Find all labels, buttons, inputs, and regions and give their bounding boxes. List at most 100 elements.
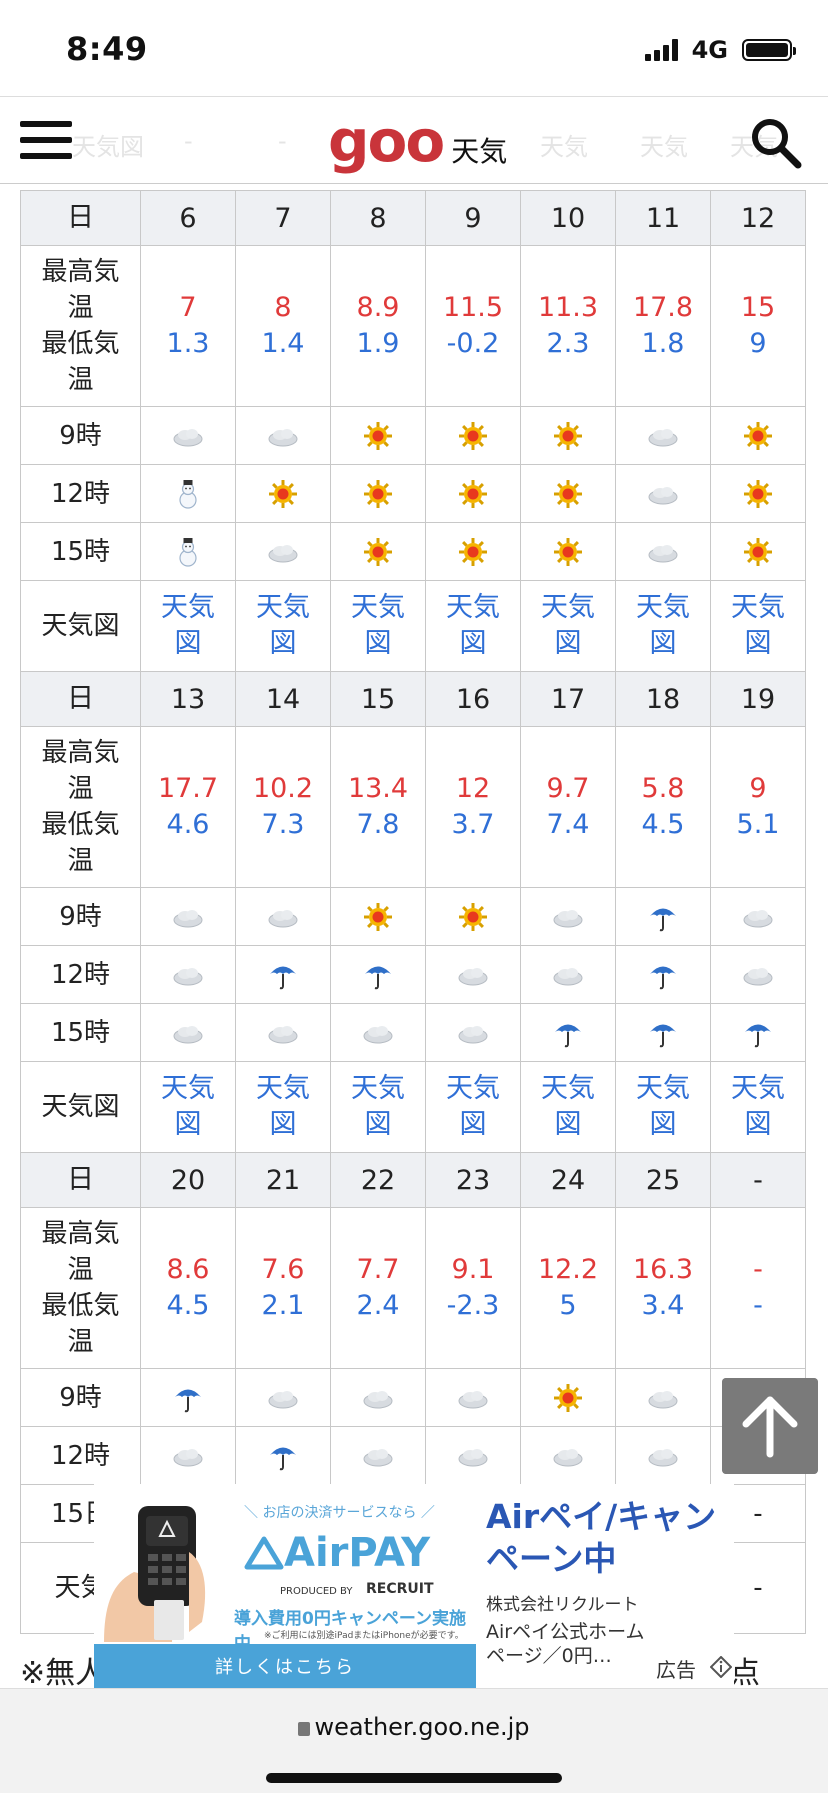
forecast-row-h9: 9時- xyxy=(20,1368,806,1427)
site-logo[interactable]: goo 天気 xyxy=(328,107,507,175)
high-temp: 9 xyxy=(749,773,767,804)
cloud-icon xyxy=(173,909,203,927)
day-cell: 13 xyxy=(140,671,236,727)
low-temp: 1.4 xyxy=(261,328,305,359)
weather-map-link[interactable]: 天気図 xyxy=(541,1071,595,1143)
weather-map-link[interactable]: 天気図 xyxy=(541,590,595,662)
snowman-icon xyxy=(179,479,197,509)
weather-cell xyxy=(330,1368,426,1427)
sun-icon xyxy=(269,479,297,508)
weather-map-link[interactable]: 天気図 xyxy=(351,590,405,662)
sun-icon xyxy=(459,421,487,450)
umbrella-icon xyxy=(555,1024,581,1047)
weather-map-link[interactable]: 天気図 xyxy=(636,1071,690,1143)
weather-cell xyxy=(520,1426,616,1485)
temperature-cell: -- xyxy=(710,1207,806,1369)
ad-title[interactable]: Airペイ/キャンペーン中 xyxy=(486,1496,726,1580)
weather-map-link[interactable]: 天気図 xyxy=(161,1071,215,1143)
battery-icon xyxy=(742,39,796,61)
search-icon[interactable] xyxy=(748,115,804,171)
sun-icon xyxy=(554,537,582,566)
cloud-icon xyxy=(458,967,488,985)
weather-cell xyxy=(140,464,236,523)
site-header: 天気図 - - 天気 天気 天気 goo 天気 xyxy=(0,96,828,184)
airpay-logo-icon xyxy=(244,1536,284,1570)
weather-map-link[interactable]: 天気図 xyxy=(351,1071,405,1143)
low-temp: 1.9 xyxy=(356,328,400,359)
lock-icon xyxy=(298,1722,311,1736)
temperature-cell: 15 9 xyxy=(710,245,806,407)
cloud-icon xyxy=(648,1390,678,1408)
cloud-icon xyxy=(648,544,678,562)
ad-company: 株式会社リクルート xyxy=(486,1595,639,1615)
weather-cell xyxy=(615,1003,711,1062)
weather-cell xyxy=(615,464,711,523)
weather-map-link[interactable]: 天気図 xyxy=(636,590,690,662)
row-label: 15時 xyxy=(20,522,141,581)
day-cell: 9 xyxy=(425,190,521,246)
weather-map-link[interactable]: 天気図 xyxy=(446,590,500,662)
day-cell: 16 xyxy=(425,671,521,727)
network-type: 4G xyxy=(691,36,728,64)
weather-cell xyxy=(235,522,331,581)
umbrella-icon xyxy=(365,966,391,989)
weather-map-cell: 天気図 xyxy=(140,580,236,672)
high-temp: 7.7 xyxy=(356,1254,400,1285)
high-temp: 12.2 xyxy=(537,1254,599,1285)
high-temp: - xyxy=(753,1254,763,1285)
weather-cell xyxy=(425,945,521,1004)
low-temp: 4.5 xyxy=(166,1290,210,1321)
cloud-icon xyxy=(268,909,298,927)
weather-map-cell: 天気図 xyxy=(330,580,426,672)
high-temp: 10.2 xyxy=(252,773,314,804)
weather-cell xyxy=(235,1368,331,1427)
low-temp: 5 xyxy=(559,1290,577,1321)
day-row: 日 20 21 22 23 24 25- xyxy=(20,1152,806,1208)
cloud-icon xyxy=(553,909,583,927)
weather-cell xyxy=(710,945,806,1004)
signal-icon xyxy=(644,39,678,61)
weather-map-link[interactable]: 天気図 xyxy=(446,1071,500,1143)
high-temp: 7 xyxy=(179,292,197,323)
temperature-row: 最高気温最低気温 8.6 4.5 7.6 2.1 7.7 2.4 9.1 -2.3 12.2 5 16… xyxy=(20,1207,806,1369)
day-cell: 8 xyxy=(330,190,426,246)
weather-map-row: 天気図 天気図天気図天気図天気図天気図天気図天気図 xyxy=(20,1061,806,1153)
weather-map-cell: 天気図 xyxy=(425,1061,521,1153)
sun-icon xyxy=(744,479,772,508)
high-temp: 17.7 xyxy=(157,773,219,804)
weather-map-link[interactable]: 天気図 xyxy=(256,590,310,662)
weather-cell xyxy=(140,522,236,581)
temperature-cell: 12.2 5 xyxy=(520,1207,616,1369)
temperature-cell: 8 1.4 xyxy=(235,245,331,407)
weather-map-cell: 天気図 xyxy=(520,1061,616,1153)
umbrella-icon xyxy=(175,1389,201,1412)
low-temp: 5.1 xyxy=(736,809,780,840)
umbrella-icon xyxy=(650,1024,676,1047)
temperature-cell: 8.6 4.5 xyxy=(140,1207,236,1369)
status-indicators: 4G xyxy=(644,36,796,64)
ad-cta-button[interactable]: 詳しくはこちら xyxy=(94,1644,476,1688)
logo-sub: 天気 xyxy=(451,135,508,168)
info-icon[interactable] xyxy=(710,1656,732,1678)
airpay-ad[interactable]: ＼ お店の決済サービスなら ／ AirPAY PRODUCED BY RECRU… xyxy=(94,1484,734,1688)
scroll-to-top-button[interactable] xyxy=(722,1378,818,1474)
ad-description[interactable]: Airペイ公式ホームページ／0円… xyxy=(486,1620,656,1668)
weather-map-link[interactable]: 天気図 xyxy=(161,590,215,662)
weather-map-link[interactable]: 天気図 xyxy=(731,590,785,662)
weather-cell xyxy=(710,1003,806,1062)
cloud-icon xyxy=(268,544,298,562)
weather-cell xyxy=(425,522,521,581)
cloud-icon xyxy=(648,486,678,504)
ad-image[interactable]: ＼ お店の決済サービスなら ／ AirPAY PRODUCED BY RECRU… xyxy=(94,1484,476,1688)
weather-cell xyxy=(330,887,426,946)
weather-map-row: 天気図 天気図天気図天気図天気図天気図天気図天気図 xyxy=(20,580,806,672)
hamburger-menu-icon[interactable] xyxy=(20,121,72,159)
weather-cell xyxy=(615,945,711,1004)
weather-map-link[interactable]: 天気図 xyxy=(256,1071,310,1143)
weather-map-link[interactable]: 天気図 xyxy=(731,1071,785,1143)
url-bar[interactable]: weather.goo.ne.jp xyxy=(0,1713,828,1741)
row-label: 日 xyxy=(20,671,141,727)
home-indicator[interactable] xyxy=(266,1773,562,1783)
umbrella-icon xyxy=(650,908,676,931)
sun-icon xyxy=(554,1383,582,1412)
